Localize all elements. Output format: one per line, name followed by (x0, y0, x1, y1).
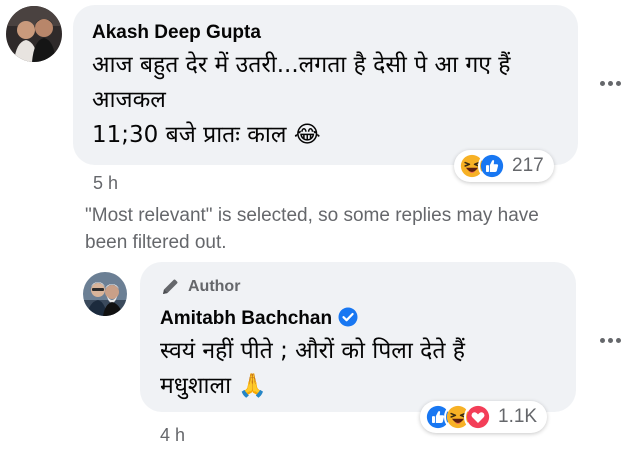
comment-text-line-1: आज बहुत देर में उतरी...लगता है देसी पे आ… (92, 52, 511, 78)
reply-text-line-2: मधुशाला 🙏 (160, 369, 267, 403)
filter-note-line-2: been filtered out. (85, 232, 227, 253)
commenter-name[interactable]: Akash Deep Gupta (92, 22, 261, 44)
comment-text-line-3-text: 11;30 बजे प्रातः काल (92, 122, 287, 148)
love-reaction-icon (464, 403, 492, 431)
reply-author-name-text: Amitabh Bachchan (160, 308, 333, 329)
reply-text-line-2-text: मधुशाला (160, 373, 232, 399)
reply-more-options-icon[interactable] (600, 337, 624, 345)
comment-timestamp[interactable]: 5 h (93, 173, 118, 194)
author-badge-label: Author (188, 278, 241, 295)
reply-reactions[interactable]: 1.1K (420, 401, 548, 433)
filter-note-line-1: "Most relevant" is selected, so some rep… (85, 205, 539, 226)
reply-author-avatar[interactable] (83, 272, 127, 316)
verified-badge-icon (338, 307, 358, 327)
reply-author-name[interactable]: Amitabh Bachchan (160, 307, 358, 330)
comment-more-options-icon[interactable] (600, 80, 624, 88)
comment-text-line-3: 11;30 बजे प्रातः काल 😂 (92, 118, 321, 152)
like-reaction-icon (478, 152, 506, 180)
pencil-icon (163, 279, 178, 294)
author-badge: Author (160, 277, 240, 297)
comment-reaction-count: 217 (512, 155, 544, 176)
reply-text-line-1: स्वयं नहीं पीते ; औरों को पिला देते हैं (160, 338, 466, 364)
commenter-avatar[interactable] (6, 6, 62, 62)
reply-timestamp[interactable]: 4 h (160, 425, 185, 446)
laughing-emoji: 😂 (293, 122, 321, 148)
comment-reactions[interactable]: 217 (454, 150, 554, 182)
reply-reaction-count: 1.1K (498, 406, 538, 427)
folded-hands-emoji: 🙏 (238, 373, 268, 399)
comment-text-line-2: आजकल (92, 87, 166, 113)
